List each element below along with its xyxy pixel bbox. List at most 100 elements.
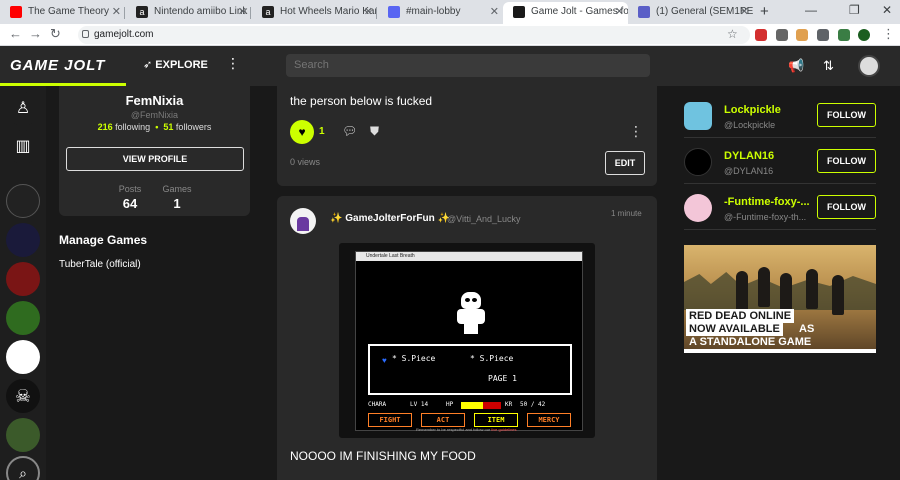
manage-games-item[interactable]: TuberTale (official) <box>59 259 141 270</box>
suggested-user: -Funtime-foxy-... @-Funtime-foxy-th... F… <box>684 184 876 230</box>
post-timestamp: 1 minute <box>611 209 642 218</box>
user-avatar[interactable] <box>684 148 712 176</box>
tab-close-icon[interactable]: ✕ <box>490 2 499 22</box>
tab-game-jolt[interactable]: Game Jolt - Games for ✕ <box>503 2 628 24</box>
profile-handle: @FemNixia <box>130 110 179 120</box>
rail-community-bendy[interactable] <box>6 301 40 335</box>
rail-library-icon[interactable]: ▥ <box>6 130 40 164</box>
post-card: ✨ GameJolterForFun ✨ @Vitti_And_Lucky 1 … <box>277 196 657 480</box>
ad-riders-image <box>736 265 856 315</box>
games-count: 1 <box>173 196 181 211</box>
window-close-icon[interactable]: ✕ <box>882 3 892 17</box>
browser-menu-icon[interactable]: ⋮ <box>882 26 895 42</box>
tab-game-theory[interactable]: The Game Theory ✕ <box>0 2 125 24</box>
follow-button[interactable]: FOLLOW <box>817 103 876 127</box>
edit-button[interactable]: EDIT <box>605 151 645 175</box>
post-card: the person below is fucked ♥ 1 💬︎ ⛊ ⋮ 0 … <box>277 86 657 186</box>
post-author-avatar[interactable] <box>290 208 316 234</box>
view-count: 0 views <box>290 157 321 167</box>
youtube-icon <box>10 6 22 18</box>
tab-close-icon[interactable]: ✕ <box>615 2 624 22</box>
rail-community-space[interactable] <box>6 223 40 257</box>
game-window: Undertale Last Breath ♥ * S.Piece * S.Pi… <box>355 251 583 432</box>
lock-icon <box>82 30 89 38</box>
rail-community-amongus[interactable] <box>6 418 40 452</box>
view-profile-button[interactable]: VIEW PROFILE <box>66 147 244 171</box>
profile-avatar-icon[interactable] <box>858 29 870 41</box>
game-action-buttons: FIGHT ACT ITEM MERCY <box>368 413 572 427</box>
extensions-puzzle-icon[interactable] <box>817 29 829 41</box>
extension-red-icon[interactable] <box>755 29 767 41</box>
reload-icon[interactable]: ↻ <box>50 26 61 42</box>
following-count[interactable]: 216 following <box>98 122 151 132</box>
minimize-icon[interactable]: — <box>805 3 817 17</box>
post-text: NOOOO IM FINISHING MY FOOD <box>290 449 476 463</box>
suggested-user: DYLAN16 @DYLAN16 FOLLOW <box>684 138 876 184</box>
manage-games-title: Manage Games <box>59 233 148 247</box>
profile-follow-stats: 216 following • 51 followers <box>97 122 212 132</box>
followers-count[interactable]: 51 followers <box>163 122 211 132</box>
post-author-name[interactable]: ✨ GameJolterForFun ✨ <box>330 213 450 224</box>
back-icon[interactable]: ← <box>9 26 22 41</box>
comment-icon[interactable]: 💬︎ <box>342 124 357 138</box>
post-image[interactable]: Undertale Last Breath ♥ * S.Piece * S.Pi… <box>339 243 595 438</box>
tab-teams-general[interactable]: (1) General (SEM1PER2 ✕ <box>628 2 753 24</box>
extension-cookie-icon[interactable] <box>796 29 808 41</box>
like-count: 1 <box>319 126 325 137</box>
compass-icon: ➶ <box>143 59 156 71</box>
follow-button[interactable]: FOLLOW <box>817 195 876 219</box>
profile-name[interactable]: FemNixia <box>59 93 250 108</box>
extension-grey-icon[interactable] <box>776 29 788 41</box>
browser-tab-strip: The Game Theory ✕ a Nintendo amiibo Link… <box>0 0 900 24</box>
explore-link[interactable]: ➶ EXPLORE <box>143 58 208 71</box>
posts-count: 64 <box>122 196 138 211</box>
tab-hot-wheels[interactable]: a Hot Wheels Mario Kart ✕ <box>252 2 377 24</box>
new-tab-button[interactable]: + <box>760 3 769 20</box>
tab-close-icon[interactable]: ✕ <box>112 2 121 22</box>
hp-bar <box>461 402 501 409</box>
rail-community-dice[interactable] <box>6 184 40 218</box>
post-more-icon[interactable]: ⋮ <box>629 123 643 140</box>
user-avatar[interactable] <box>858 55 880 77</box>
tab-amiibo[interactable]: a Nintendo amiibo Link C ✕ <box>126 2 251 24</box>
teams-icon <box>638 6 650 18</box>
gamejolt-logo[interactable]: GAME JOLT <box>10 57 105 74</box>
rail-community-fnaf[interactable] <box>6 262 40 296</box>
tab-close-icon[interactable]: ✕ <box>364 2 373 22</box>
red-dead-ad[interactable]: RED DEAD ONLINE NOW AVAILABLE AS A STAND… <box>684 245 876 353</box>
sparkle-icon: ✨ <box>330 213 343 224</box>
game-window-title: Undertale Last Breath <box>356 252 582 261</box>
rail-search-icon[interactable]: ⌕ <box>6 456 40 480</box>
amazon-icon: a <box>136 6 148 18</box>
activity-icon[interactable]: ⇅ <box>823 58 834 74</box>
discord-icon <box>388 6 400 18</box>
amazon-icon: a <box>262 6 274 18</box>
extension-green-icon[interactable] <box>838 29 850 41</box>
games-label: Games <box>162 184 192 194</box>
rail-profile-icon[interactable]: ♙ <box>6 92 40 126</box>
tab-close-icon[interactable]: ✕ <box>238 2 247 22</box>
browser-toolbar: ← → ↻ gamejolt.com ☆ ⋮ <box>0 24 900 46</box>
tab-close-icon[interactable]: ✕ <box>740 2 749 22</box>
maximize-icon[interactable]: ❐ <box>849 3 860 17</box>
rail-community-sans[interactable]: ☠ <box>6 379 40 413</box>
profile-card: FemNixia @FemNixia 216 following • 51 fo… <box>59 86 250 216</box>
post-author-handle: @Vitti_And_Lucky <box>447 214 521 224</box>
search-input[interactable] <box>286 54 650 77</box>
sticker-icon[interactable]: ⛊ <box>370 124 379 139</box>
user-avatar[interactable] <box>684 102 712 130</box>
bookmark-star-icon[interactable]: ☆ <box>727 27 738 41</box>
like-heart-icon[interactable]: ♥ <box>290 120 314 144</box>
forward-icon[interactable]: → <box>29 26 42 41</box>
gamejolt-icon <box>513 6 525 18</box>
rail-community-stick[interactable] <box>6 340 40 374</box>
game-hud: CHARA LV 14 HP KR 50 / 42 <box>368 401 546 409</box>
post-text: the person below is fucked <box>290 94 433 108</box>
left-rail: ♙ ▥ ☠ ⌕ <box>0 86 46 480</box>
tab-main-lobby[interactable]: #main-lobby ✕ <box>378 2 503 24</box>
follow-button[interactable]: FOLLOW <box>817 149 876 173</box>
user-avatar[interactable] <box>684 194 712 222</box>
more-menu-icon[interactable]: ⋮ <box>226 55 240 72</box>
megaphone-icon[interactable]: 📢 <box>788 58 804 74</box>
address-bar[interactable]: gamejolt.com <box>78 26 750 44</box>
